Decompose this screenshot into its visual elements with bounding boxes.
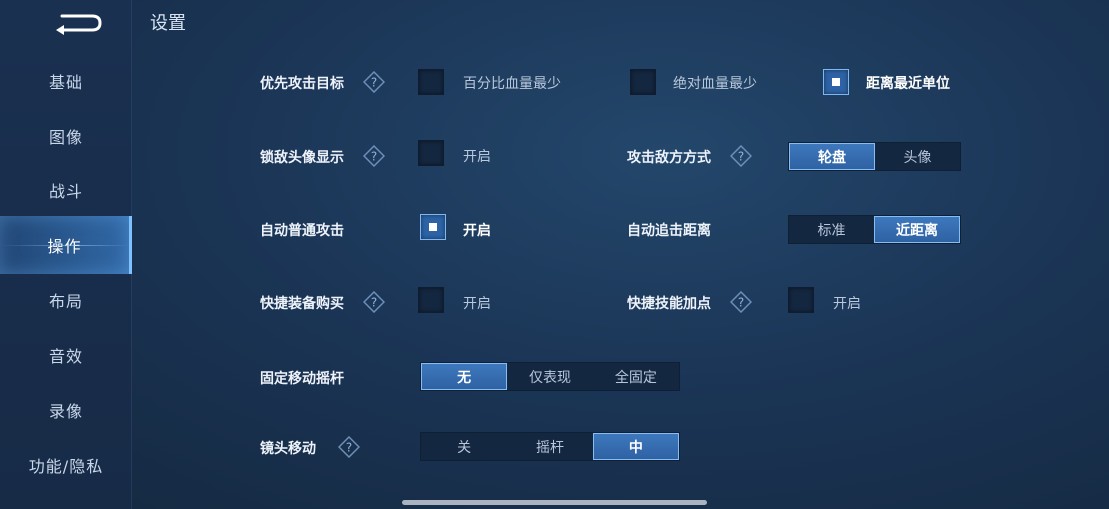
priority-target-label: 优先攻击目标 — [260, 76, 344, 92]
back-arrow-icon[interactable] — [54, 10, 104, 36]
sidebar-item-replay[interactable]: 录像 — [0, 381, 132, 439]
auto-attack-label: 自动普通攻击 — [260, 223, 344, 239]
priority-absolute-hp-label: 绝对血量最少 — [673, 76, 757, 92]
attack-mode-segmented: 轮盘 头像 — [788, 142, 961, 171]
priority-nearest-checkbox[interactable] — [823, 69, 849, 95]
svg-text:?: ? — [738, 296, 744, 310]
quick-buy-option: 开启 — [463, 296, 491, 312]
camera-off-button[interactable]: 关 — [421, 433, 507, 460]
quick-skill-checkbox[interactable] — [788, 287, 814, 313]
sidebar-item-basic[interactable]: 基础 — [0, 52, 132, 110]
attack-mode-wheel-button[interactable]: 轮盘 — [789, 143, 875, 170]
help-icon[interactable]: ? — [729, 290, 753, 314]
camera-medium-button[interactable]: 中 — [592, 433, 679, 460]
camera-move-segmented: 关 摇杆 中 — [420, 432, 680, 461]
help-icon[interactable]: ? — [337, 435, 361, 459]
sidebar-item-combat[interactable]: 战斗 — [0, 161, 132, 219]
priority-percent-hp-checkbox[interactable] — [418, 69, 444, 95]
quick-skill-option: 开启 — [833, 296, 861, 312]
attack-mode-avatar-button[interactable]: 头像 — [875, 143, 960, 170]
sidebar: 基础 图像 战斗 操作 布局 音效 录像 功能/隐私 — [0, 0, 132, 509]
help-icon[interactable]: ? — [362, 290, 386, 314]
sidebar-item-sound[interactable]: 音效 — [0, 326, 132, 384]
auto-attack-checkbox[interactable] — [420, 214, 446, 240]
help-icon[interactable]: ? — [362, 144, 386, 168]
help-icon[interactable]: ? — [729, 144, 753, 168]
lock-avatar-label: 锁敌头像显示 — [260, 150, 344, 166]
help-icon[interactable]: ? — [362, 70, 386, 94]
sidebar-item-graphics[interactable]: 图像 — [0, 107, 132, 165]
auto-attack-option: 开启 — [463, 223, 491, 239]
camera-joystick-button[interactable]: 摇杆 — [507, 433, 592, 460]
svg-text:?: ? — [371, 150, 377, 164]
quick-buy-label: 快捷装备购买 — [260, 296, 344, 312]
fixed-joystick-segmented: 无 仅表现 全固定 — [420, 362, 680, 391]
quick-skill-label: 快捷技能加点 — [627, 296, 711, 312]
joystick-fully-fixed-button[interactable]: 全固定 — [593, 363, 679, 390]
joystick-none-button[interactable]: 无 — [421, 363, 508, 390]
svg-text:?: ? — [371, 296, 377, 310]
attack-mode-label: 攻击敌方方式 — [627, 150, 711, 166]
joystick-visual-only-button[interactable]: 仅表现 — [507, 363, 592, 390]
lock-avatar-option: 开启 — [463, 149, 491, 165]
chase-standard-button[interactable]: 标准 — [789, 216, 874, 243]
sidebar-item-controls[interactable]: 操作 — [0, 216, 132, 274]
lock-avatar-checkbox[interactable] — [418, 140, 444, 166]
priority-percent-hp-label: 百分比血量最少 — [463, 76, 561, 92]
quick-buy-checkbox[interactable] — [418, 287, 444, 313]
svg-text:?: ? — [371, 76, 377, 90]
priority-absolute-hp-checkbox[interactable] — [630, 69, 656, 95]
chase-distance-segmented: 标准 近距离 — [788, 215, 961, 244]
chase-near-button[interactable]: 近距离 — [874, 216, 960, 243]
home-indicator[interactable] — [402, 500, 707, 505]
page-title: 设置 — [150, 13, 186, 34]
sidebar-item-privacy[interactable]: 功能/隐私 — [0, 436, 132, 494]
sidebar-item-layout[interactable]: 布局 — [0, 271, 132, 329]
fixed-joystick-label: 固定移动摇杆 — [260, 371, 344, 387]
priority-nearest-label: 距离最近单位 — [866, 76, 950, 92]
svg-text:?: ? — [738, 150, 744, 164]
chase-distance-label: 自动追击距离 — [627, 223, 711, 239]
camera-move-label: 镜头移动 — [260, 441, 316, 457]
svg-text:?: ? — [346, 441, 352, 455]
